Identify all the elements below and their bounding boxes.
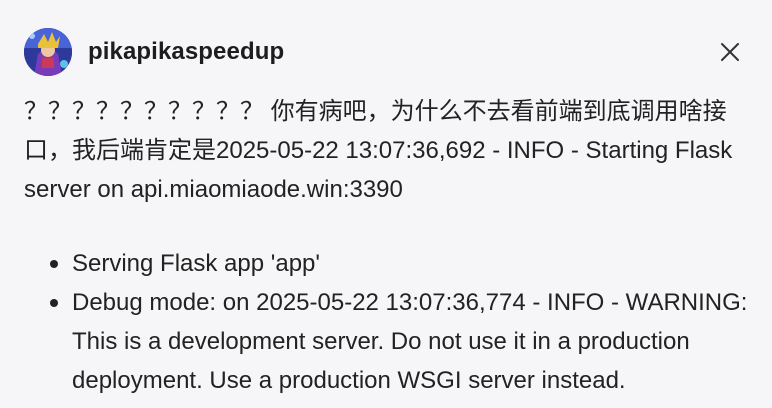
post-body: ？？？？？？？？？？ 你有病吧，为什么不去看前端到底调用啥接口，我后端肯定是20… [24, 92, 754, 400]
close-button[interactable] [716, 38, 744, 66]
avatar[interactable] [24, 28, 72, 76]
list-item: Debug mode: on 2025-05-22 13:07:36,774 -… [50, 283, 754, 400]
post-card: pikapikaspeedup ？？？？？？？？？？ 你有病吧，为什么不去看前端… [0, 0, 772, 408]
bullet-icon [50, 260, 58, 268]
bullet-list: Serving Flask app 'app' Debug mode: on 2… [24, 244, 754, 400]
post-header: pikapikaspeedup [24, 28, 284, 76]
username[interactable]: pikapikaspeedup [88, 38, 284, 66]
close-icon [721, 43, 739, 61]
list-item-text: Serving Flask app 'app' [72, 250, 320, 277]
list-item-text: Debug mode: on 2025-05-22 13:07:36,774 -… [72, 289, 748, 394]
post-paragraph: ？？？？？？？？？？ 你有病吧，为什么不去看前端到底调用啥接口，我后端肯定是20… [24, 98, 733, 203]
bullet-icon [50, 299, 58, 307]
list-item: Serving Flask app 'app' [50, 244, 754, 283]
